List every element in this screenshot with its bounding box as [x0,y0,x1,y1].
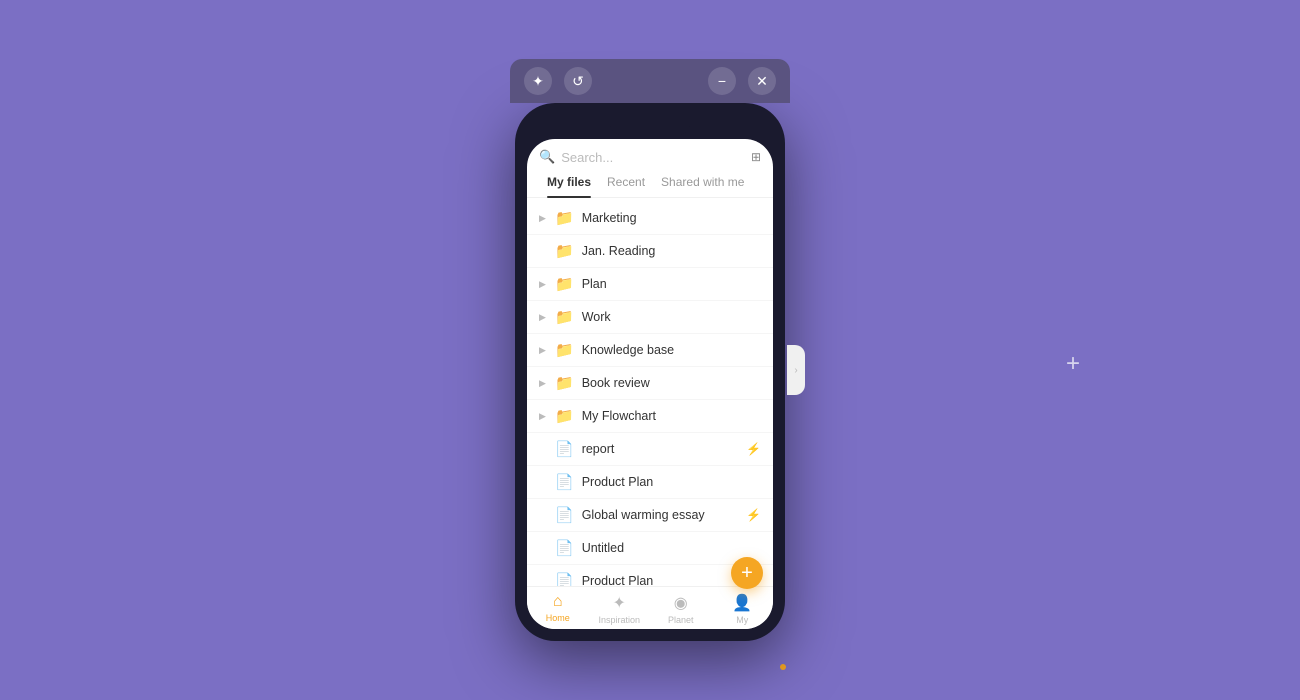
phone-frame: 🔍 Search... ⊞ My files Recent Shared wit… [515,103,785,641]
list-item[interactable]: 📁 Jan. Reading [527,235,773,268]
nav-planet-label: Planet [668,615,694,625]
bottom-navigation: ⌂ Home ✦ Inspiration ◉ Planet 👤 My [527,586,773,629]
minimize-icon: − [718,73,726,89]
list-item[interactable]: ▶ 📁 Marketing [527,202,773,235]
folder-icon: 📁 [555,275,574,293]
side-handle[interactable]: › [787,345,805,395]
minimize-button[interactable]: − [708,67,736,95]
file-name: Untitled [582,541,761,555]
list-item[interactable]: ▶ 📁 My Flowchart [527,400,773,433]
tab-recent[interactable]: Recent [599,171,653,193]
chevron-icon: ▶ [539,345,547,356]
list-item[interactable]: ▶ 📁 Work [527,301,773,334]
nav-home[interactable]: ⌂ Home [527,593,589,625]
nav-home-label: Home [546,613,570,623]
tab-shared[interactable]: Shared with me [653,171,752,193]
chevron-icon: ▶ [539,411,547,422]
search-bar: 🔍 Search... ⊞ [527,139,773,171]
share-badge: ⚡ [746,508,761,522]
star-icon: ✦ [532,73,544,90]
search-icon: 🔍 [539,149,555,165]
list-item[interactable]: ▶ 📁 Book review [527,367,773,400]
close-icon: ✕ [756,73,768,90]
nav-inspiration[interactable]: ✦ Inspiration [589,593,651,625]
history-button[interactable]: ↺ [564,67,592,95]
my-icon: 👤 [732,593,752,613]
window-toolbar: ✦ ↺ − ✕ [510,59,790,103]
chevron-icon: ▶ [539,378,547,389]
background-plus-icon: + [1066,350,1080,378]
close-button[interactable]: ✕ [748,67,776,95]
doc-icon: 📄 [555,539,574,557]
star-button[interactable]: ✦ [524,67,552,95]
file-name: Plan [582,277,761,291]
folder-icon: 📁 [555,341,574,359]
phone-notch [610,115,690,135]
list-item[interactable]: ▶ 📁 Knowledge base [527,334,773,367]
doc-icon: 📄 [555,440,574,458]
doc-icon: 📄 [555,572,574,586]
folder-icon: 📁 [555,374,574,392]
background-dot [780,664,786,670]
file-name: Knowledge base [582,343,761,357]
search-input-area[interactable]: 🔍 Search... [539,149,751,165]
planet-icon: ◉ [674,593,688,613]
file-name: Global warming essay [582,508,738,522]
doc-icon: 📄 [555,506,574,524]
nav-inspiration-label: Inspiration [598,615,640,625]
chevron-icon: ▶ [539,279,547,290]
search-placeholder: Search... [561,150,613,165]
fab-button[interactable]: + [731,557,763,589]
grid-view-icon[interactable]: ⊞ [751,150,761,164]
file-name: Product Plan [582,475,761,489]
tab-my-files[interactable]: My files [539,171,599,193]
file-list: ▶ 📁 Marketing 📁 Jan. Reading ▶ 📁 Plan ▶ [527,198,773,586]
doc-icon: 📄 [555,473,574,491]
file-name: report [582,442,738,456]
list-item[interactable]: 📄 report ⚡ [527,433,773,466]
phone-screen: 🔍 Search... ⊞ My files Recent Shared wit… [527,139,773,629]
folder-icon: 📁 [555,209,574,227]
folder-icon: 📁 [555,407,574,425]
home-icon: ⌂ [553,593,563,611]
nav-planet[interactable]: ◉ Planet [650,593,712,625]
folder-icon: 📁 [555,242,574,260]
folder-icon: 📁 [555,308,574,326]
nav-my[interactable]: 👤 My [712,593,774,625]
list-item[interactable]: 📄 Product Plan [527,466,773,499]
history-icon: ↺ [572,73,584,90]
chevron-icon: ▶ [539,213,547,224]
file-name: Jan. Reading [582,244,761,258]
file-name: My Flowchart [582,409,761,423]
file-name: Marketing [582,211,761,225]
list-item[interactable]: ▶ 📁 Plan [527,268,773,301]
app-window: ✦ ↺ − ✕ 🔍 Search... ⊞ My file [510,59,790,641]
chevron-icon: ▶ [539,312,547,323]
file-name: Book review [582,376,761,390]
file-name: Work [582,310,761,324]
list-item[interactable]: 📄 Global warming essay ⚡ [527,499,773,532]
file-tabs: My files Recent Shared with me [527,171,773,198]
nav-my-label: My [736,615,748,625]
inspiration-icon: ✦ [613,593,626,613]
share-badge: ⚡ [746,442,761,456]
